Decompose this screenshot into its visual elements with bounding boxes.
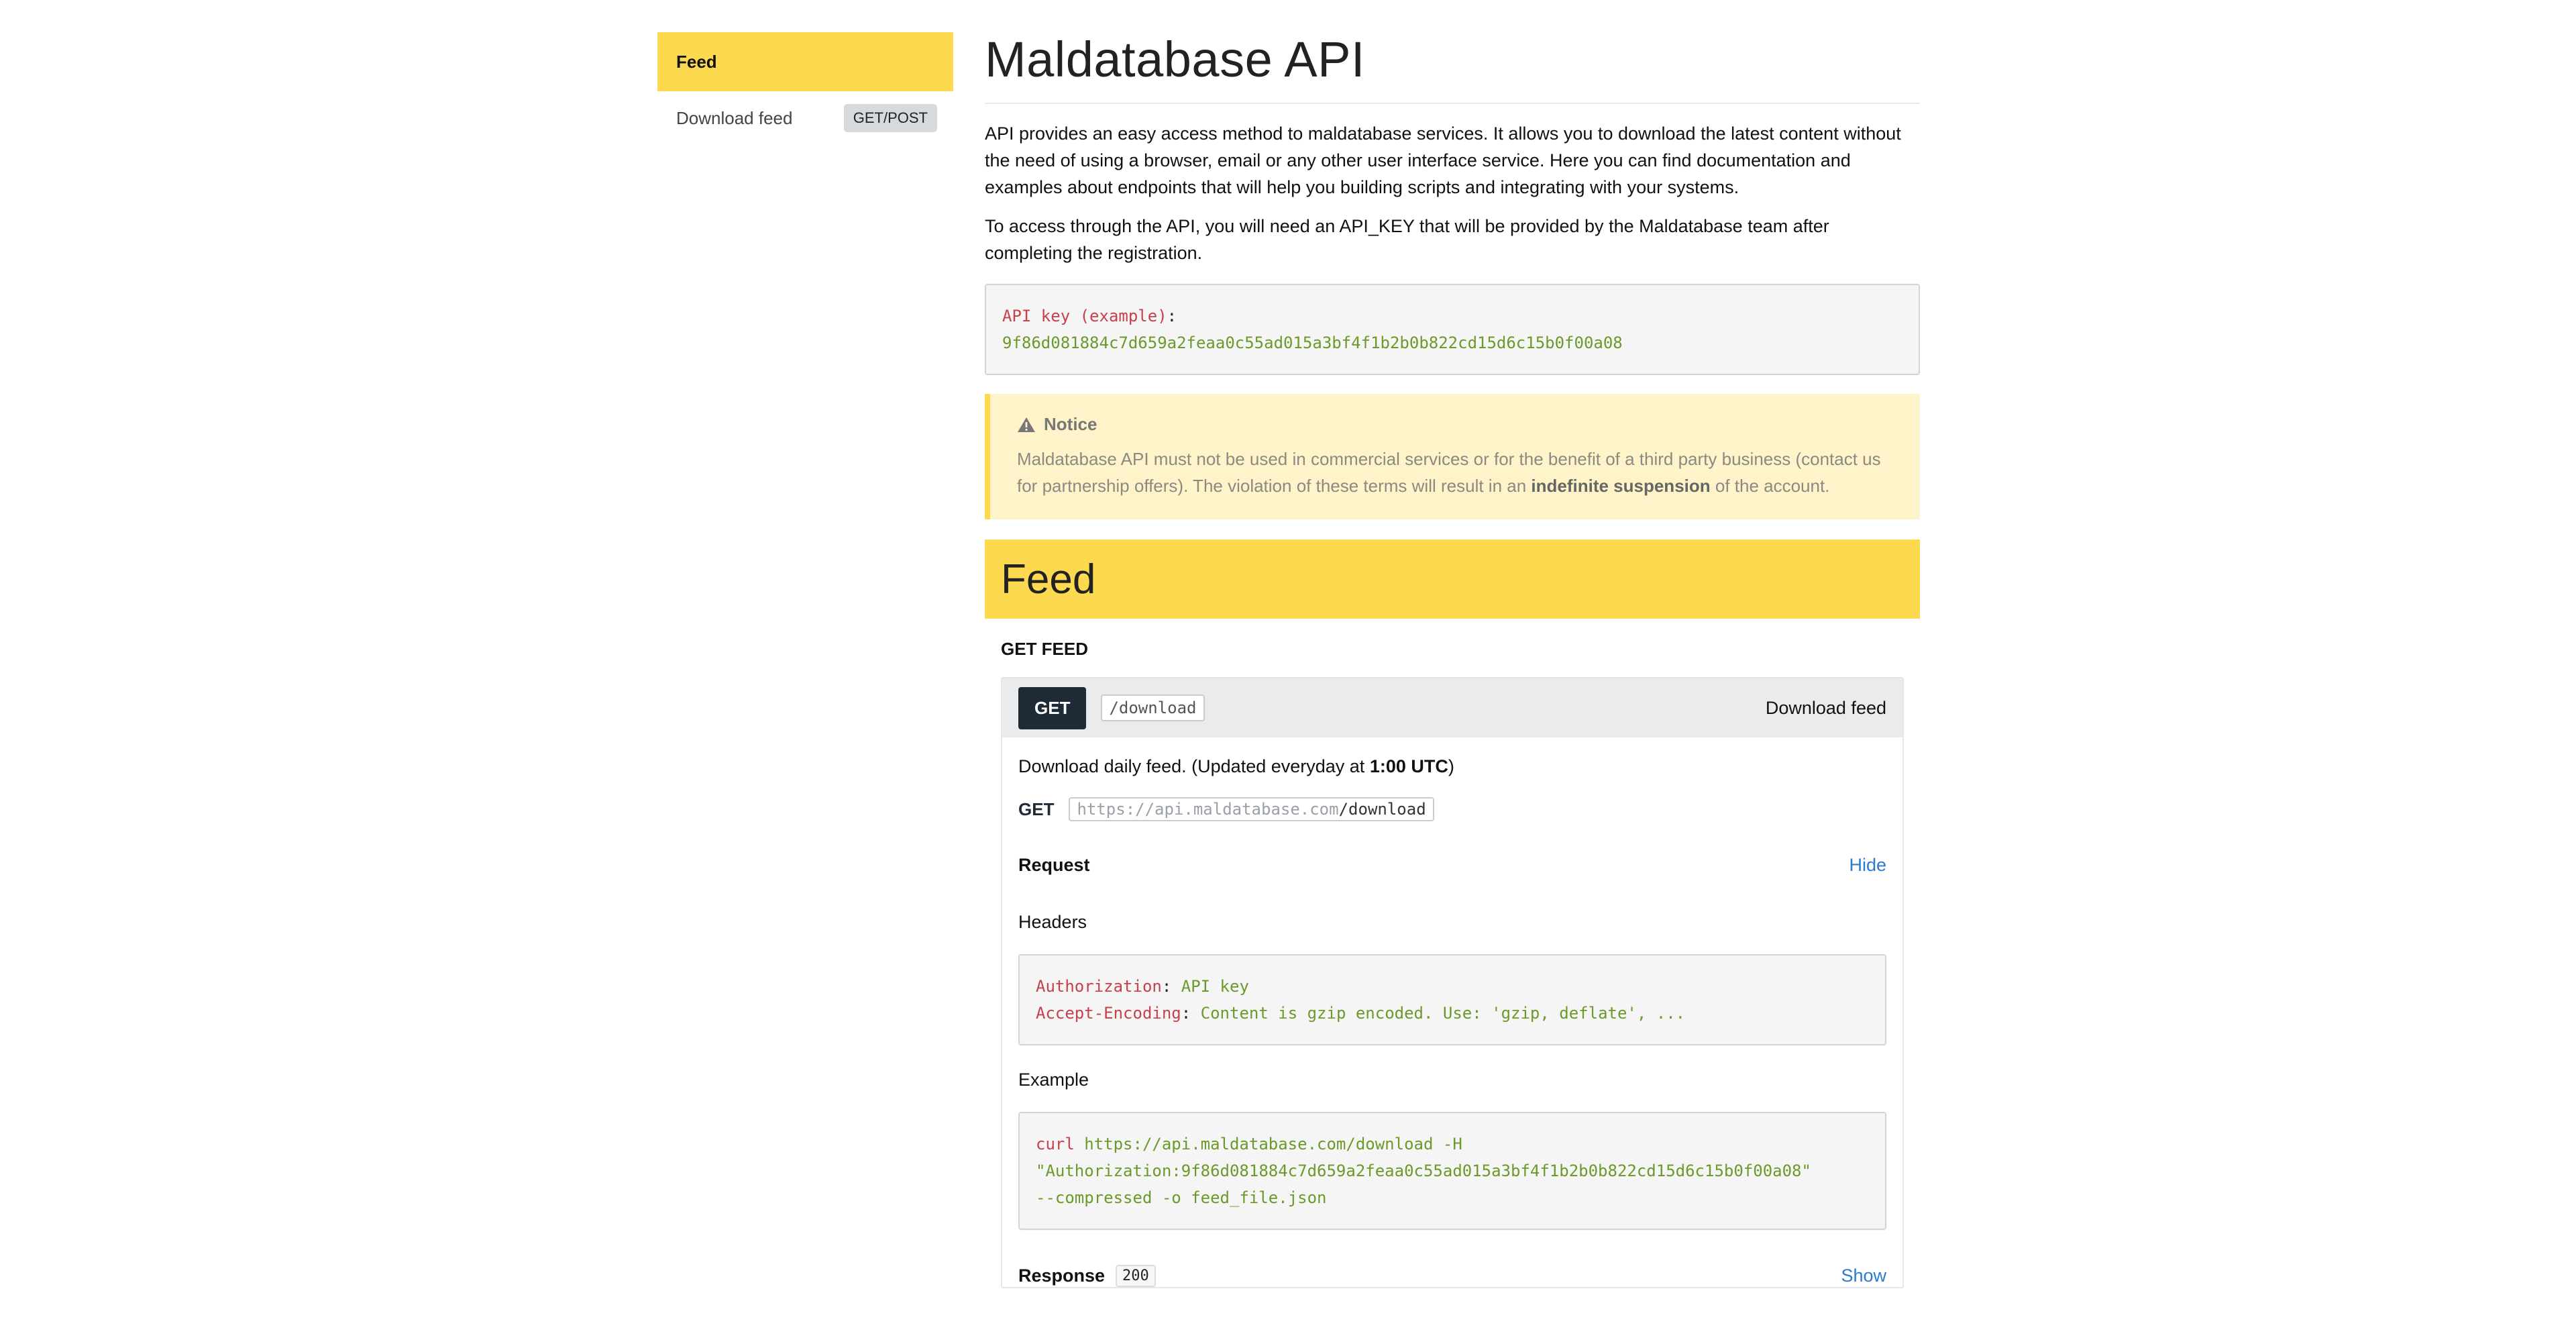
- page: Feed Download feed GET/POST Maldatabase …: [0, 0, 2576, 1342]
- endpoint-name: Download feed: [1765, 697, 1886, 718]
- headers-label: Headers: [1018, 912, 1087, 932]
- sidebar-item-download-feed[interactable]: Download feed GET/POST: [657, 91, 953, 145]
- endpoint-header[interactable]: GET /download Download feed: [1002, 678, 1902, 737]
- header-key: Authorization: [1036, 977, 1162, 996]
- response-row: Response 200 Show: [1018, 1265, 1886, 1287]
- example-label: Example: [1018, 1070, 1089, 1090]
- warning-icon: [1018, 417, 1035, 432]
- section-header-feed: Feed: [985, 539, 1920, 619]
- code-command: curl: [1036, 1135, 1075, 1153]
- method-label: GET: [1018, 686, 1087, 729]
- request-label: Request: [1018, 855, 1090, 875]
- code-punct: :: [1167, 307, 1177, 325]
- request-row: Request Hide: [1018, 855, 1886, 876]
- sidebar-item-label: Feed: [676, 51, 717, 72]
- access-paragraph: To access through the API, you will need…: [985, 216, 1829, 263]
- sidebar-item-feed[interactable]: Feed: [657, 32, 953, 91]
- section-title: Feed: [1001, 556, 1096, 603]
- intro-paragraph: API provides an easy access method to ma…: [985, 123, 1901, 197]
- desc-part: Download daily feed. (Updated everyday a…: [1018, 756, 1370, 776]
- response-code-badge: 200: [1116, 1265, 1156, 1287]
- url-path: /download: [1338, 800, 1426, 819]
- sidebar: Feed Download feed GET/POST: [657, 32, 953, 145]
- code-key: API key (example): [1002, 307, 1167, 325]
- desc-bold: 1:00 UTC: [1369, 756, 1448, 776]
- code-args: feed_file.json: [1181, 1188, 1327, 1207]
- desc-part: ): [1448, 756, 1454, 776]
- url-base: https://api.maldatabase.com: [1077, 800, 1339, 819]
- response-show-link[interactable]: Show: [1841, 1266, 1886, 1286]
- code-args: https://api.maldatabase.com/download -H: [1074, 1135, 1462, 1153]
- endpoint-url: https://api.maldatabase.com/download: [1069, 797, 1434, 821]
- notice-box: Notice Maldatabase API must not be used …: [985, 394, 1920, 519]
- endpoint-body: Download daily feed. (Updated everyday a…: [1002, 756, 1902, 1287]
- response-label: Response: [1018, 1266, 1106, 1286]
- header-value: Content is gzip encoded. Use: 'gzip, def…: [1200, 1004, 1686, 1023]
- notice-text-part: of the account.: [1710, 476, 1830, 496]
- endpoint-description: Download daily feed. (Updated everyday a…: [1018, 756, 1886, 777]
- endpoint-path: /download: [1101, 694, 1205, 721]
- header-value: API key: [1181, 977, 1249, 996]
- code-punct: :: [1161, 977, 1181, 996]
- page-title: Maldatabase API: [985, 27, 1920, 104]
- api-key-code-block: API key (example): 9f86d081884c7d659a2fe…: [985, 284, 1920, 375]
- header-key: Accept-Encoding: [1036, 1004, 1181, 1023]
- sidebar-item-label: Download feed: [676, 107, 793, 128]
- notice-header: Notice: [1017, 414, 1893, 435]
- main-content: Maldatabase API API provides an easy acc…: [985, 27, 1920, 1288]
- method-badge: GET/POST: [843, 104, 937, 132]
- code-flag: --compressed -o: [1036, 1188, 1181, 1207]
- notice-title: Notice: [1044, 414, 1097, 434]
- url-method: GET: [1018, 798, 1055, 819]
- notice-text-bold: indefinite suspension: [1531, 476, 1711, 496]
- code-value: 9f86d081884c7d659a2feaa0c55ad015a3bf4f1b…: [1002, 333, 1623, 352]
- example-code-block: curl https://api.maldatabase.com/downloa…: [1018, 1112, 1886, 1230]
- endpoint-url-line: GET https://api.maldatabase.com/download: [1018, 797, 1886, 821]
- code-punct: :: [1181, 1004, 1201, 1023]
- section-subtitle: GET FEED: [1001, 639, 1089, 659]
- request-hide-link[interactable]: Hide: [1849, 855, 1886, 876]
- endpoint-card: GET /download Download feed Download dai…: [1001, 677, 1904, 1288]
- notice-text: Maldatabase API must not be used in comm…: [1017, 446, 1893, 499]
- headers-code-block: Authorization: API key Accept-Encoding: …: [1018, 954, 1886, 1045]
- code-args: "Authorization:9f86d081884c7d659a2feaa0c…: [1036, 1162, 1811, 1180]
